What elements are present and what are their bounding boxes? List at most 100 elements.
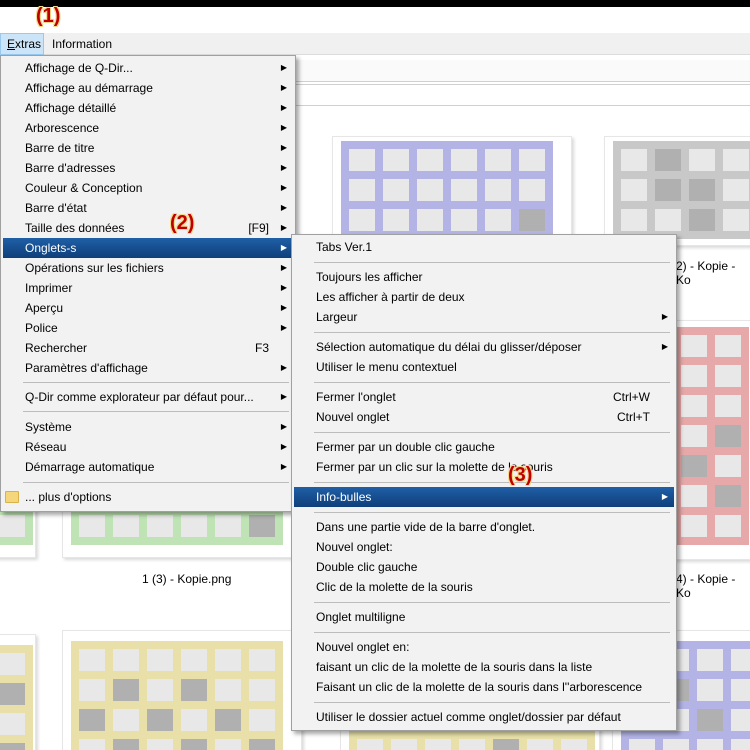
menu-item-molette-liste[interactable]: faisant un clic de la molette de la sour… (294, 657, 674, 677)
thumbnail-tile (215, 679, 241, 701)
thumbnail-gray-top[interactable] (604, 136, 750, 246)
menu-item-imprimer[interactable]: Imprimer ▶ (3, 278, 293, 298)
menu-item-onglet-multiligne[interactable]: Onglet multiligne (294, 607, 674, 627)
thumbnail-yellow-mid[interactable] (62, 630, 302, 750)
arrow-right-icon: ▶ (661, 342, 668, 351)
thumbnail-tile (147, 739, 173, 750)
menu-item-operations-fichiers[interactable]: Opérations sur les fichiers ▶ (3, 258, 293, 278)
thumbnail-tile (655, 149, 681, 171)
menu-item-menu-contextuel[interactable]: Utiliser le menu contextuel (294, 357, 674, 377)
thumbnail-tile (249, 709, 275, 731)
menu-separator (314, 262, 670, 263)
thumbnail-tile (621, 209, 647, 231)
menu-item-apercu[interactable]: Aperçu ▶ (3, 298, 293, 318)
thumbnail-tile (79, 709, 105, 731)
menu-item-nouvel-onglet[interactable]: Nouvel onglet Ctrl+T (294, 407, 674, 427)
thumbnail-tile (113, 679, 139, 701)
menu-item-clic-molette[interactable]: Clic de la molette de la souris (294, 577, 674, 597)
thumbnail-tile (527, 739, 553, 750)
thumbnail-tile (181, 679, 207, 701)
menu-item-affichage-detaille[interactable]: Affichage détaillé ▶ (3, 98, 293, 118)
thumbnail-yellow-left[interactable] (0, 634, 36, 750)
thumbnail-label: 1 (3) - Kopie.png (142, 572, 232, 586)
thumbnail-tile (493, 739, 519, 750)
thumbnail-tile (681, 365, 707, 387)
thumbnail-tile (485, 209, 511, 231)
thumbnail-tile (715, 335, 741, 357)
thumbnail-tile (349, 149, 375, 171)
menu-item-plus-options[interactable]: ... plus d'options (3, 487, 293, 507)
menu-item-toujours-afficher[interactable]: Toujours les afficher (294, 267, 674, 287)
thumbnail-tile (181, 739, 207, 750)
thumbnail-purple-top[interactable] (332, 136, 572, 246)
menu-item-couleur-conception[interactable]: Couleur & Conception ▶ (3, 178, 293, 198)
thumbnail-tile (715, 485, 741, 507)
thumbnail-tile (249, 515, 275, 537)
menu-item-molette-arborescence[interactable]: Faisant un clic de la molette de la sour… (294, 677, 674, 697)
menu-item-taille-donnees[interactable]: Taille des données [F9] ▶ (3, 218, 293, 238)
menu-item-onglets[interactable]: Onglets-s ▶ (3, 238, 293, 258)
extras-menu: Affichage de Q-Dir... ▶ Affichage au déma… (0, 55, 296, 512)
menu-item-nouvel-onglet-en[interactable]: Nouvel onglet en: (294, 637, 674, 657)
thumbnail-label: 2) - Kopie - Ko (676, 259, 736, 287)
thumbnail-tile (147, 649, 173, 671)
menu-item-nouvel-onglet-colon[interactable]: Nouvel onglet: (294, 537, 674, 557)
thumbnail-tile (731, 739, 750, 750)
menu-separator (314, 432, 670, 433)
arrow-right-icon: ▶ (280, 422, 287, 431)
menu-item-parametres-affichage[interactable]: Paramètres d'affichage ▶ (3, 358, 293, 378)
menu-item-info-bulles[interactable]: Info-bulles ▶ (294, 487, 674, 507)
thumbnail-tile (663, 739, 689, 750)
menu-item-fermer-molette[interactable]: Fermer par un clic sur la molette de la … (294, 457, 674, 477)
menu-item-fermer-onglet[interactable]: Fermer l'onglet Ctrl+W (294, 387, 674, 407)
thumbnail-tile (715, 425, 741, 447)
menu-item-double-clic-gauche[interactable]: Double clic gauche (294, 557, 674, 577)
menu-item-explorateur-defaut[interactable]: Q-Dir comme explorateur par défaut pour.… (3, 387, 293, 407)
thumbnail-tile (485, 149, 511, 171)
menu-item-largeur[interactable]: Largeur ▶ (294, 307, 674, 327)
menu-separator (314, 482, 670, 483)
menu-item-partie-vide[interactable]: Dans une partie vide de la barre d'ongle… (294, 517, 674, 537)
menu-item-afficher-deux[interactable]: Les afficher à partir de deux (294, 287, 674, 307)
menu-separator (314, 702, 670, 703)
menu-information[interactable]: Information (46, 33, 118, 55)
arrow-right-icon: ▶ (280, 283, 287, 292)
thumbnail-tile (0, 653, 25, 675)
menu-extras[interactable]: Extras (0, 33, 44, 55)
thumbnail-tile (113, 649, 139, 671)
menu-item-barre-titre[interactable]: Barre de titre ▶ (3, 138, 293, 158)
menu-item-police[interactable]: Police ▶ (3, 318, 293, 338)
thumbnail-tile (689, 149, 715, 171)
menu-item-arborescence[interactable]: Arborescence ▶ (3, 118, 293, 138)
menu-item-barre-etat[interactable]: Barre d'état ▶ (3, 198, 293, 218)
thumbnail-tile (697, 709, 723, 731)
menu-separator (23, 382, 289, 383)
menu-item-selection-auto-delai[interactable]: Sélection automatique du délai du glisse… (294, 337, 674, 357)
menu-separator (314, 382, 670, 383)
thumbnail-tile (79, 515, 105, 537)
menu-item-affichage-demarrage[interactable]: Affichage au démarrage ▶ (3, 78, 293, 98)
arrow-right-icon: ▶ (280, 392, 287, 401)
menu-item-barre-adresses[interactable]: Barre d'adresses ▶ (3, 158, 293, 178)
thumbnail-tile (417, 149, 443, 171)
menu-item-dossier-defaut[interactable]: Utiliser le dossier actuel comme onglet/… (294, 707, 674, 727)
menu-item-rechercher[interactable]: Rechercher F3 (3, 338, 293, 358)
arrow-right-icon: ▶ (280, 223, 287, 232)
menu-item-affichage-qdir[interactable]: Affichage de Q-Dir... ▶ (3, 58, 293, 78)
thumbnail-tile (715, 455, 741, 477)
thumbnail-tile (459, 739, 485, 750)
thumbnail-tile (383, 179, 409, 201)
menu-separator (23, 482, 289, 483)
arrow-right-icon: ▶ (280, 263, 287, 272)
menu-separator (23, 411, 289, 412)
menu-item-fermer-double-clic[interactable]: Fermer par un double clic gauche (294, 437, 674, 457)
thumbnail-tile (689, 179, 715, 201)
arrow-right-icon: ▶ (280, 63, 287, 72)
thumbnail-tile (425, 739, 451, 750)
menu-item-systeme[interactable]: Système ▶ (3, 417, 293, 437)
menu-item-tabs-ver1[interactable]: Tabs Ver.1 (294, 237, 674, 257)
menu-item-reseau[interactable]: Réseau ▶ (3, 437, 293, 457)
menu-item-demarrage-auto[interactable]: Démarrage automatique ▶ (3, 457, 293, 477)
thumbnail-tile (249, 679, 275, 701)
arrow-right-icon: ▶ (280, 303, 287, 312)
